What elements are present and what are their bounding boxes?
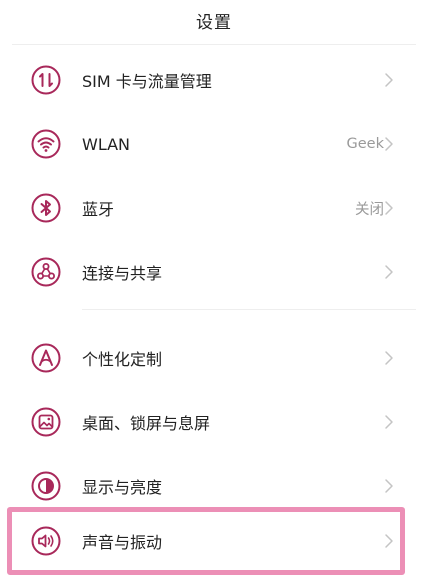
settings-item-label: 连接与共享: [82, 264, 163, 283]
settings-item-label: SIM 卡与流量管理: [82, 72, 212, 91]
header-divider: [12, 44, 416, 45]
bluetooth-icon: [30, 192, 62, 224]
settings-item-label: 桌面、锁屏与息屏: [82, 414, 211, 433]
settings-item-label: 蓝牙: [82, 200, 115, 219]
settings-item-sim[interactable]: SIM 卡与流量管理: [0, 48, 428, 112]
settings-item-sound[interactable]: 声音与振动: [0, 511, 428, 571]
chevron-right-icon: [384, 478, 394, 494]
chevron-right-icon: [384, 200, 394, 216]
wallpaper-icon: [30, 406, 62, 438]
brightness-icon: [30, 470, 62, 502]
personalization-icon: [30, 342, 62, 374]
settings-item-label: 显示与亮度: [82, 478, 163, 497]
chevron-right-icon: [384, 264, 394, 280]
wifi-icon: [30, 128, 62, 160]
settings-item-connection-share[interactable]: 连接与共享: [0, 240, 428, 304]
connection-share-icon: [30, 256, 62, 288]
settings-item-wlan[interactable]: WLAN Geek: [0, 112, 428, 176]
chevron-right-icon: [384, 533, 394, 549]
speaker-icon: [30, 525, 62, 557]
header: 设置: [0, 0, 428, 40]
settings-item-label: 声音与振动: [82, 533, 163, 552]
settings-item-display[interactable]: 显示与亮度: [0, 454, 428, 518]
settings-item-wallpaper[interactable]: 桌面、锁屏与息屏: [0, 390, 428, 454]
sim-swap-icon: [30, 64, 62, 96]
chevron-right-icon: [384, 414, 394, 430]
chevron-right-icon: [384, 350, 394, 366]
section-divider: [82, 309, 416, 310]
page-title: 设置: [196, 12, 232, 33]
settings-item-bluetooth[interactable]: 蓝牙 关闭: [0, 176, 428, 240]
settings-item-label: 个性化定制: [82, 350, 163, 369]
settings-item-personalization[interactable]: 个性化定制: [0, 326, 428, 390]
settings-item-value: 关闭: [355, 201, 384, 218]
settings-item-value: Geek: [346, 136, 384, 152]
settings-item-label: WLAN: [82, 134, 131, 154]
chevron-right-icon: [384, 136, 394, 152]
chevron-right-icon: [384, 72, 394, 88]
